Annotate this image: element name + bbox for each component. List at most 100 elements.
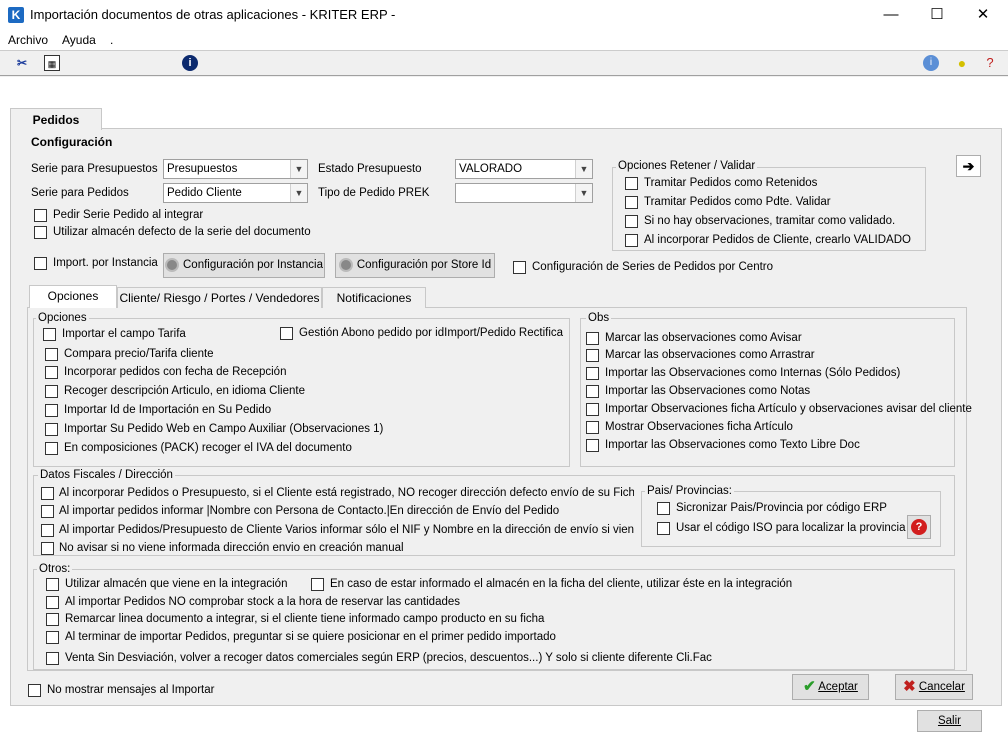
retener-checkbox-3[interactable] [625, 234, 638, 247]
maximize-button[interactable]: ☐ [914, 0, 960, 30]
config-series-centro-checkbox[interactable] [513, 261, 526, 274]
opciones-checkbox-1[interactable] [45, 348, 58, 361]
chevron-down-icon[interactable]: ▼ [575, 160, 592, 178]
pais-label-1: Usar el código ISO para localizar la pro… [676, 522, 906, 534]
utilizar-almacen-checkbox[interactable] [34, 226, 47, 239]
minimize-button[interactable]: — [868, 0, 914, 30]
obs-checkbox-4[interactable] [586, 403, 599, 416]
about-icon[interactable]: i [923, 55, 939, 71]
obs-label-1: Marcar las observaciones como Arrastrar [605, 349, 815, 361]
help-button[interactable]: ? [907, 515, 931, 539]
gestion-abono-checkbox[interactable] [280, 327, 293, 340]
fiscales-title: Datos Fiscales / Dirección [38, 469, 175, 481]
opciones-checkbox-0[interactable] [43, 328, 56, 341]
otros-label-3: Al terminar de importar Pedidos, pregunt… [65, 631, 556, 643]
tools-icon[interactable]: ✂ [14, 55, 30, 71]
menu-ayuda[interactable]: Ayuda [62, 33, 96, 47]
serie-presupuestos-select[interactable]: Presupuestos ▼ [163, 159, 308, 179]
retener-label-2: Si no hay observaciones, tramitar como v… [644, 215, 896, 227]
gear-icon [338, 257, 353, 272]
otros-checkbox-0[interactable] [46, 578, 59, 591]
estado-presupuesto-label: Estado Presupuesto [318, 163, 422, 175]
chevron-down-icon[interactable]: ▼ [575, 184, 592, 202]
obs-label-6: Importar las Observaciones como Texto Li… [605, 439, 860, 451]
info-icon[interactable]: i [182, 55, 198, 71]
config-series-centro-label: Configuración de Series de Pedidos por C… [532, 261, 774, 273]
retener-label-1: Tramitar Pedidos como Pdte. Validar [644, 196, 831, 208]
utilizar-almacen-label: Utilizar almacén defecto de la serie del… [53, 226, 311, 238]
obs-label-3: Importar las Observaciones como Notas [605, 385, 811, 397]
almacen-ficha-label: En caso de estar informado el almacén en… [330, 578, 793, 590]
fiscales-label-0: Al incorporar Pedidos o Presupuesto, si … [59, 487, 634, 499]
obs-checkbox-1[interactable] [586, 349, 599, 362]
salir-button[interactable]: Salir [917, 710, 982, 732]
obs-checkbox-6[interactable] [586, 439, 599, 452]
otros-checkbox-3[interactable] [46, 631, 59, 644]
estado-presupuesto-select[interactable]: VALORADO ▼ [455, 159, 593, 179]
opciones-label-0: Importar el campo Tarifa [62, 328, 186, 340]
almacen-ficha-checkbox[interactable] [311, 578, 324, 591]
tab-opciones[interactable]: Opciones [29, 285, 117, 308]
retener-checkbox-0[interactable] [625, 177, 638, 190]
help-hat-icon[interactable]: ? [982, 55, 998, 71]
retener-checkbox-2[interactable] [625, 215, 638, 228]
otros-checkbox-2[interactable] [46, 613, 59, 626]
tab-notificaciones[interactable]: Notificaciones [322, 287, 426, 308]
opciones-label-1: Compara precio/Tarifa cliente [64, 348, 214, 360]
cancelar-button[interactable]: ✖ Cancelar [895, 674, 973, 700]
chevron-down-icon[interactable]: ▼ [290, 160, 307, 178]
aceptar-button[interactable]: ✔ Aceptar [792, 674, 869, 700]
otros-label-0: Utilizar almacén que viene en la integra… [65, 578, 288, 590]
checkmark-icon: ✔ [803, 678, 816, 695]
arrow-right-icon[interactable]: ➔ [956, 155, 981, 177]
config-instancia-button[interactable]: Configuración por Instancia [163, 253, 325, 278]
close-button[interactable]: ✕ [960, 0, 1006, 30]
opciones-checkbox-6[interactable] [45, 442, 58, 455]
opciones-checkbox-4[interactable] [45, 404, 58, 417]
obs-checkbox-3[interactable] [586, 385, 599, 398]
tab-pedidos[interactable]: Pedidos [10, 108, 102, 130]
tab-cliente-riesgo[interactable]: Cliente/ Riesgo / Portes / Vendedores [117, 287, 322, 308]
otros-checkbox-4[interactable] [46, 652, 59, 665]
menu-dot[interactable]: . [110, 33, 113, 47]
obs-label-0: Marcar las observaciones como Avisar [605, 332, 802, 344]
import-instancia-checkbox[interactable] [34, 257, 47, 270]
otros-label-1: Al importar Pedidos NO comprobar stock a… [65, 596, 461, 608]
opciones-checkbox-3[interactable] [45, 385, 58, 398]
chevron-down-icon[interactable]: ▼ [290, 184, 307, 202]
opciones-label-4: Importar Id de Importación en Su Pedido [64, 404, 272, 416]
opciones-label-5: Importar Su Pedido Web en Campo Auxiliar… [64, 423, 384, 435]
fiscales-label-1: Al importar pedidos informar |Nombre con… [59, 505, 560, 517]
fiscales-checkbox-3[interactable] [41, 542, 54, 555]
opciones-title: Opciones [36, 312, 89, 324]
gear-icon [165, 257, 179, 272]
opciones-checkbox-2[interactable] [45, 366, 58, 379]
window-title: Importación documentos de otras aplicaci… [30, 7, 396, 22]
otros-checkbox-1[interactable] [46, 596, 59, 609]
obs-checkbox-0[interactable] [586, 332, 599, 345]
pedir-serie-label: Pedir Serie Pedido al integrar [53, 209, 204, 221]
fiscales-checkbox-2[interactable] [41, 524, 54, 537]
opciones-label-2: Incorporar pedidos con fecha de Recepció… [64, 366, 287, 378]
fiscales-checkbox-0[interactable] [41, 487, 54, 500]
serie-presupuestos-label: Serie para Presupuestos [31, 163, 158, 175]
config-store-button[interactable]: Configuración por Store Id [335, 253, 495, 278]
tipo-pedido-select[interactable]: ▼ [455, 183, 593, 203]
pais-label-0: Sicronizar Pais/Provincia por código ERP [676, 502, 887, 514]
fiscales-checkbox-1[interactable] [41, 505, 54, 518]
obs-checkbox-2[interactable] [586, 367, 599, 380]
retener-title: Opciones Retener / Validar [616, 160, 758, 172]
serie-pedidos-select[interactable]: Pedido Cliente ▼ [163, 183, 308, 203]
retener-label-3: Al incorporar Pedidos de Cliente, crearl… [644, 234, 911, 246]
lightbulb-icon[interactable]: ● [954, 55, 970, 71]
obs-checkbox-5[interactable] [586, 421, 599, 434]
retener-checkbox-1[interactable] [625, 196, 638, 209]
pedir-serie-checkbox[interactable] [34, 209, 47, 222]
pais-checkbox-1[interactable] [657, 522, 670, 535]
menu-archivo[interactable]: Archivo [8, 33, 48, 47]
pais-checkbox-0[interactable] [657, 502, 670, 515]
gestion-abono-label: Gestión Abono pedido por idImport/Pedido… [299, 327, 564, 339]
no-mostrar-checkbox[interactable] [28, 684, 41, 697]
calculator-icon[interactable]: ▦ [44, 55, 60, 71]
opciones-checkbox-5[interactable] [45, 423, 58, 436]
